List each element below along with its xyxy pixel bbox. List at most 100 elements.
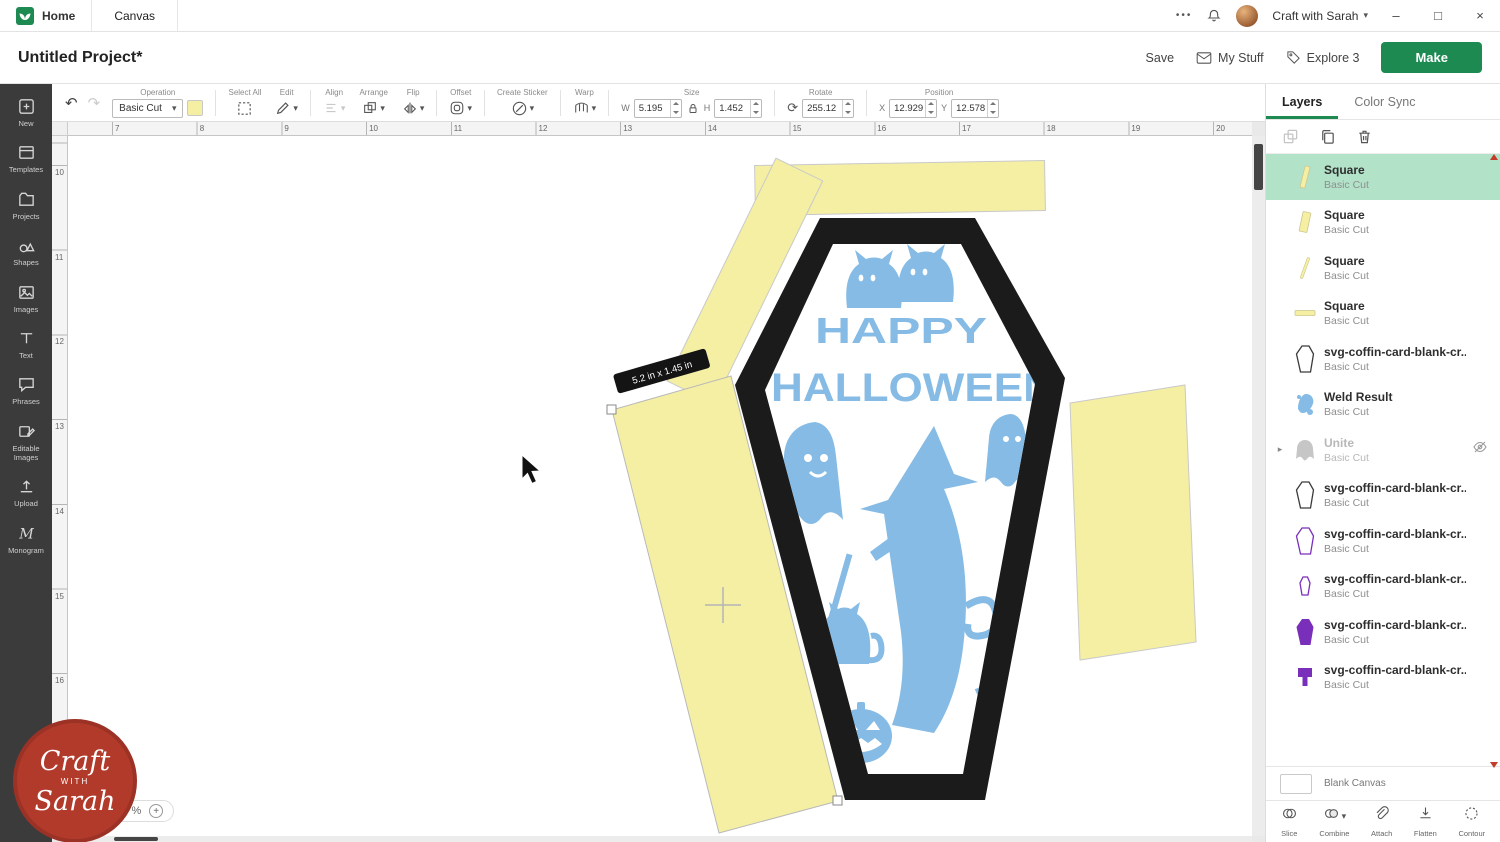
tab-color-sync[interactable]: Color Sync <box>1338 84 1431 119</box>
layer-row[interactable]: Square Basic Cut <box>1266 154 1500 200</box>
overflow-menu-icon[interactable]: ••• <box>1176 10 1193 21</box>
tab-canvas[interactable]: Canvas <box>91 0 178 31</box>
attach-button[interactable]: ▾ Attach <box>1371 805 1392 838</box>
sidebar-item-templates[interactable]: Templates <box>0 136 52 182</box>
layer-operation: Basic Cut <box>1324 224 1466 236</box>
tab-home[interactable]: Home <box>0 0 91 31</box>
layer-row[interactable]: Square Basic Cut <box>1266 200 1500 246</box>
ruler-mark: 12 <box>539 124 548 133</box>
sidebar-item-monogram[interactable]: M Monogram <box>0 517 52 563</box>
width-stepper[interactable] <box>670 100 681 117</box>
tab-layers[interactable]: Layers <box>1266 84 1338 119</box>
layer-row[interactable]: Square Basic Cut <box>1266 291 1500 337</box>
operation-select[interactable]: Basic Cut ▾ <box>112 99 183 118</box>
layer-row[interactable]: svg-coffin-card-blank-cr... Basic Cut <box>1266 473 1500 519</box>
offset-label: Offset <box>450 88 471 97</box>
delete-trash-icon[interactable] <box>1356 128 1373 145</box>
blank-canvas-swatch[interactable] <box>1280 774 1312 794</box>
selection-handle-topleft[interactable] <box>607 405 616 414</box>
height-input[interactable]: 1.452 <box>714 99 762 118</box>
layers-panel: Layers Color Sync Square Basic Cut <box>1265 84 1500 842</box>
account-menu[interactable]: Craft with Sarah ▾ <box>1272 9 1368 23</box>
rotate-icon: ⟳ <box>787 100 798 116</box>
position-x-input[interactable]: 12.929 <box>889 99 937 118</box>
create-sticker-button[interactable]: ▾ <box>511 100 535 117</box>
sidebar-item-new[interactable]: New <box>0 90 52 136</box>
warp-fence-icon <box>573 100 590 116</box>
layer-operation: Basic Cut <box>1324 270 1466 282</box>
craft-with-sarah-logo: Craft with Sarah <box>13 719 137 842</box>
explore-button[interactable]: Explore 3 <box>1286 50 1360 65</box>
window-maximize-button[interactable]: □ <box>1424 8 1452 23</box>
rotate-input[interactable]: 255.12 <box>802 99 854 118</box>
ruler-mark: 17 <box>962 124 971 133</box>
artboard[interactable]: HAPPY HALLOWEEN <box>68 136 1252 836</box>
position-x-stepper[interactable] <box>925 100 936 117</box>
duplicate-icon[interactable] <box>1319 128 1336 145</box>
layer-row[interactable]: Weld Result Basic Cut <box>1266 382 1500 428</box>
save-button[interactable]: Save <box>1146 51 1175 65</box>
canvas-horizontal-scrollbar[interactable] <box>68 836 1252 842</box>
sidebar-item-text[interactable]: Text <box>0 322 52 368</box>
sidebar-item-icon <box>17 422 36 441</box>
layer-row[interactable]: ▸ Unite Basic Cut <box>1266 427 1500 473</box>
scrollbar-thumb[interactable] <box>114 837 158 841</box>
sidebar-item-shapes[interactable]: Shapes <box>0 229 52 275</box>
sidebar-item-phrases[interactable]: Phrases <box>0 368 52 414</box>
layer-row[interactable]: svg-coffin-card-blank-cr... Basic Cut <box>1266 336 1500 382</box>
panel-scroll-down-icon[interactable] <box>1490 762 1498 768</box>
window-close-button[interactable]: × <box>1466 8 1494 23</box>
edit-menu-button[interactable]: ▾ <box>275 100 298 116</box>
height-stepper[interactable] <box>750 100 761 117</box>
flip-menu-button[interactable]: ▾ <box>402 100 425 116</box>
sidebar-item-icon <box>17 190 36 209</box>
warp-button[interactable]: ▾ <box>573 100 597 116</box>
blank-canvas-row[interactable]: Blank Canvas <box>1266 766 1500 800</box>
pencil-icon <box>275 100 291 116</box>
sidebar-item-label: Phrases <box>12 397 40 406</box>
position-y-label: Y <box>941 103 947 113</box>
sidebar-item-upload[interactable]: Upload <box>0 470 52 516</box>
arrange-menu-button[interactable]: ▾ <box>362 100 385 116</box>
yellow-square-right[interactable] <box>1070 385 1196 660</box>
my-stuff-button[interactable]: My Stuff <box>1196 51 1264 65</box>
select-all-button[interactable] <box>236 100 253 117</box>
position-y-stepper[interactable] <box>987 100 998 117</box>
redo-button[interactable]: ↷ <box>83 94 106 112</box>
visibility-off-icon[interactable] <box>1472 439 1490 460</box>
canvas-vertical-scrollbar[interactable] <box>1252 136 1265 836</box>
layer-row[interactable]: svg-coffin-card-blank-cr... Basic Cut <box>1266 655 1500 701</box>
layer-row[interactable]: Square Basic Cut <box>1266 245 1500 291</box>
layer-row[interactable]: svg-coffin-card-blank-cr... Basic Cut <box>1266 609 1500 655</box>
align-menu-button[interactable]: ▾ <box>323 100 346 116</box>
sidebar-item-projects[interactable]: Projects <box>0 183 52 229</box>
position-y-input[interactable]: 12.578 <box>951 99 999 118</box>
sidebar-item-images[interactable]: Images <box>0 276 52 322</box>
slice-button[interactable]: ▾ Slice <box>1281 805 1298 838</box>
width-input[interactable]: 5.195 <box>634 99 682 118</box>
ruler-mark: 18 <box>1047 124 1056 133</box>
sidebar-item-editable-images[interactable]: Editable Images <box>0 415 52 471</box>
canvas-area[interactable]: 7891011121314151617181920 10111213141516 <box>52 122 1265 842</box>
selection-handle-bottomright[interactable] <box>833 796 842 805</box>
undo-button[interactable]: ↶ <box>60 94 83 112</box>
chevron-right-icon[interactable]: ▸ <box>1274 444 1286 455</box>
flatten-button[interactable]: ▾ Flatten <box>1414 805 1437 838</box>
operation-color-swatch[interactable] <box>187 100 203 116</box>
ruler-mark: 8 <box>200 124 204 133</box>
offset-button[interactable]: ▾ <box>449 100 472 116</box>
group-icon[interactable] <box>1282 128 1299 145</box>
layer-row[interactable]: svg-coffin-card-blank-cr... Basic Cut <box>1266 564 1500 610</box>
rotate-stepper[interactable] <box>842 100 853 117</box>
contour-button[interactable]: ▾ Contour <box>1458 805 1485 838</box>
zoom-in-button[interactable]: + <box>149 804 163 818</box>
combine-button[interactable]: ▾ Combine <box>1319 805 1349 838</box>
window-minimize-button[interactable]: – <box>1382 8 1410 23</box>
panel-scroll-up-icon[interactable] <box>1490 154 1498 160</box>
make-button[interactable]: Make <box>1381 42 1482 73</box>
notifications-bell-icon[interactable] <box>1206 8 1222 24</box>
scrollbar-thumb[interactable] <box>1254 144 1263 190</box>
layer-row[interactable]: svg-coffin-card-blank-cr... Basic Cut <box>1266 518 1500 564</box>
size-lock-button[interactable] <box>686 102 700 115</box>
avatar[interactable] <box>1236 5 1258 27</box>
